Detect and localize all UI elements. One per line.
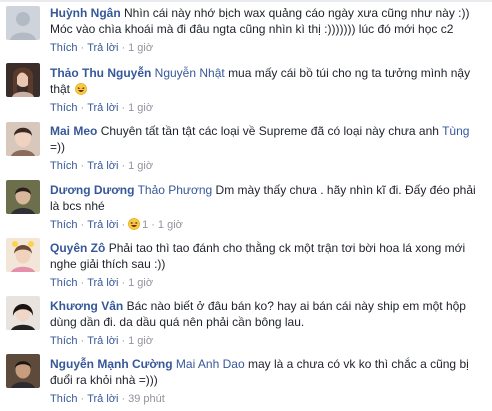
comment-author[interactable]: Thảo Thu Nguyễn: [50, 66, 151, 80]
comment-author[interactable]: Mai Meo: [50, 124, 97, 138]
avatar[interactable]: [6, 296, 40, 330]
reply-button[interactable]: Trả lời: [87, 277, 118, 289]
comment-actions: Thích · Trả lời · 1 giờ: [50, 42, 154, 54]
avatar[interactable]: [6, 180, 40, 214]
comment-author[interactable]: Khương Vân: [50, 299, 123, 313]
comment-body: Khương Vân Bác nào biết ở đâu bán ko? ha…: [50, 298, 482, 330]
comment-actions: Thích · Trả lời · 1 giờ: [50, 335, 154, 347]
comment-actions: Thích · Trả lời · 1 giờ: [50, 160, 154, 172]
reply-button[interactable]: Trả lời: [87, 219, 118, 231]
avatar[interactable]: [6, 354, 40, 388]
mention-link[interactable]: Thảo Phương: [138, 183, 213, 197]
like-button[interactable]: Thích: [50, 277, 78, 289]
comment-body: Mai Meo Chuyên tất tần tật các loại về S…: [50, 123, 482, 155]
mention-link[interactable]: Mai Anh Dao: [176, 357, 245, 371]
comment-author[interactable]: Nguyễn Mạnh Cường: [50, 357, 173, 371]
comment-body: Quyên Zô Phải tao thì tao đánh cho thằng…: [50, 240, 482, 272]
timestamp[interactable]: 39 phút: [128, 393, 165, 405]
like-button[interactable]: Thích: [50, 42, 78, 54]
haha-reaction-icon: [128, 218, 141, 230]
avatar[interactable]: [6, 238, 40, 272]
avatar[interactable]: [6, 122, 40, 156]
like-button[interactable]: Thích: [50, 393, 78, 405]
mention-link[interactable]: Nguyễn Nhật: [155, 66, 225, 80]
timestamp[interactable]: 1 giờ: [128, 160, 153, 172]
top-divider: [0, 0, 492, 2]
timestamp[interactable]: 1 giờ: [128, 277, 153, 289]
comment-text-end: =)): [50, 140, 65, 154]
mention-link[interactable]: Tùng: [442, 124, 469, 138]
timestamp[interactable]: 1 giờ: [128, 102, 153, 114]
avatar[interactable]: [6, 63, 40, 97]
comment-body: Huỳnh Ngân Nhìn cái này nhớ bịch wax quả…: [50, 5, 482, 37]
reply-button[interactable]: Trả lời: [87, 102, 118, 114]
timestamp[interactable]: 1 giờ: [128, 42, 153, 54]
comment-actions: Thích · Trả lời · 1 · 1 giờ: [50, 218, 183, 231]
comment-author[interactable]: Dương Dương: [50, 183, 134, 197]
avatar[interactable]: [6, 6, 40, 40]
comment-body: Dương Dương Thảo Phương Dm mày thấy chưa…: [50, 182, 482, 214]
reply-button[interactable]: Trả lời: [87, 160, 118, 172]
like-button[interactable]: Thích: [50, 102, 78, 114]
comment-actions: Thích · Trả lời · 1 giờ: [50, 277, 154, 289]
timestamp[interactable]: 1 giờ: [158, 219, 183, 231]
reply-button[interactable]: Trả lời: [87, 335, 118, 347]
comment-body: Nguyễn Mạnh Cường Mai Anh Dao may là a c…: [50, 356, 482, 388]
comment-actions: Thích · Trả lời · 39 phút: [50, 393, 165, 405]
comment-author[interactable]: Huỳnh Ngân: [50, 6, 121, 20]
like-button[interactable]: Thích: [50, 219, 78, 231]
timestamp[interactable]: 1 giờ: [128, 335, 153, 347]
comment-actions: Thích · Trả lời · 1 giờ: [50, 102, 154, 114]
reply-button[interactable]: Trả lời: [87, 393, 118, 405]
comment-body: Thảo Thu Nguyễn Nguyễn Nhật mua mấy cái …: [50, 65, 482, 97]
reaction-count[interactable]: 1: [128, 218, 148, 231]
comment-text: Phải tao thì tao đánh cho thằng ck một t…: [50, 241, 466, 271]
laughing-emoji-icon: [75, 83, 88, 95]
like-button[interactable]: Thích: [50, 160, 78, 172]
comment-text: Chuyên tất tần tật các loại về Supreme đ…: [100, 124, 439, 138]
reply-button[interactable]: Trả lời: [87, 42, 118, 54]
comment-author[interactable]: Quyên Zô: [50, 241, 105, 255]
like-button[interactable]: Thích: [50, 335, 78, 347]
